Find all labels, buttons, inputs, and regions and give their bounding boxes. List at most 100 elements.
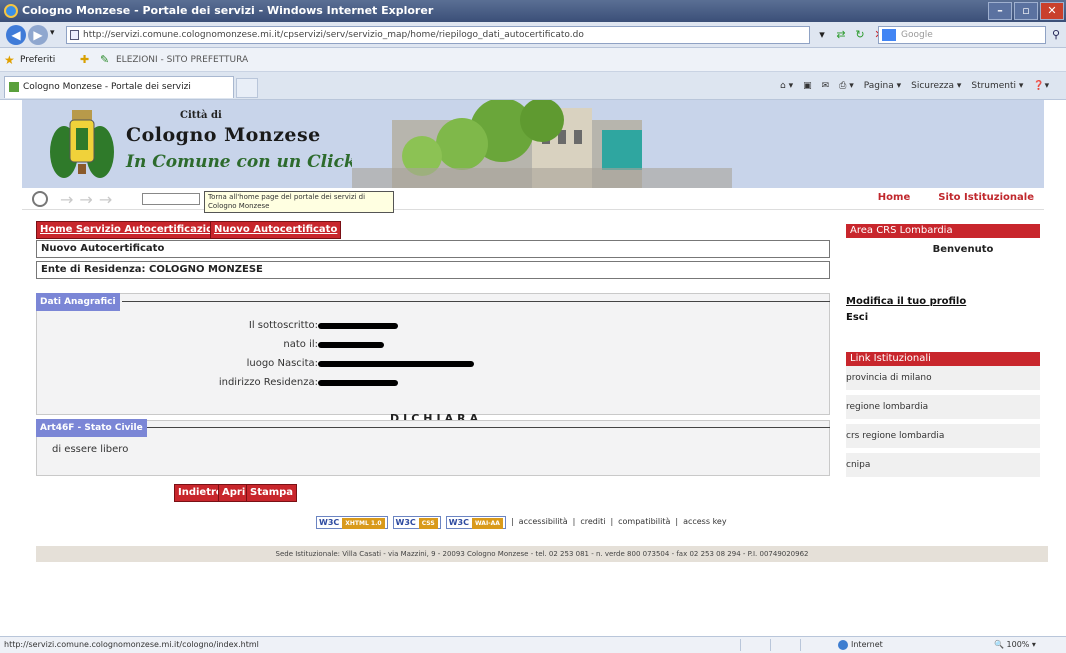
google-icon	[882, 29, 896, 41]
address-text: http://servizi.comune.colognomonzese.mi.…	[83, 30, 584, 40]
site-slogan: In Comune con un Click	[126, 152, 356, 172]
ie-logo-icon	[4, 4, 18, 18]
personal-data-panel	[36, 293, 830, 415]
search-icon[interactable]: ⚲	[1048, 26, 1064, 44]
site-banner: Città di Cologno Monzese In Comune con u…	[22, 100, 1044, 188]
footer-link-accessibility[interactable]: accessibilità	[519, 515, 568, 529]
search-input[interactable]: Google	[878, 26, 1046, 44]
status-bar: http://servizi.comune.colognomonzese.mi.…	[0, 636, 1066, 653]
footer-address: Sede Istituzionale: Villa Casati - via M…	[36, 546, 1048, 562]
print-button[interactable]: Stampa	[246, 484, 298, 502]
edit-profile-link[interactable]: Modifica il tuo profilo	[846, 296, 966, 307]
footer-link-access-key[interactable]: access key	[683, 515, 727, 529]
nav-home-link[interactable]: Home	[878, 192, 910, 203]
tab-home-service[interactable]: Home Servizio Autocertificazione	[36, 221, 231, 239]
footer-link-credits[interactable]: crediti	[580, 515, 605, 529]
residence-bar: Ente di Residenza: COLOGNO MONZESE	[36, 261, 830, 279]
forward-nav-button[interactable]: ▶	[28, 25, 48, 45]
city-crest-icon	[50, 110, 114, 178]
tab-new-autocertificate[interactable]: Nuovo Autocertificato	[210, 221, 342, 239]
minimize-button[interactable]: –	[988, 2, 1012, 20]
redacted-value	[318, 380, 398, 386]
footer-links: W3C XHTML 1.0 W3C CSS W3C WAI-AA | accessib…	[316, 515, 727, 529]
top-nav-strip: →→→ Torna all'home page del portale dei …	[22, 188, 1044, 213]
favorites-button[interactable]: Preferiti	[20, 48, 55, 72]
window-title: Cologno Monzese - Portale dei servizi - …	[22, 4, 434, 17]
command-bar: ⌂ ▾ ▣ ✉ ⎙ ▾ Pagina ▾ Sicurezza ▾ Strumen…	[780, 76, 1049, 96]
welcome-text: Benvenuto	[932, 244, 994, 255]
field-row: nato il:	[36, 337, 830, 353]
link-regione-lombardia[interactable]: regione lombardia	[846, 395, 1040, 419]
home-tooltip: Torna all'home page del portale dei serv…	[204, 191, 394, 213]
civil-status-title: Art46F - Stato Civile	[36, 419, 147, 437]
help-icon[interactable]: ❓▾	[1033, 76, 1049, 96]
favorites-link[interactable]: ELEZIONI - SITO PREFETTURA	[116, 48, 248, 72]
maximize-button[interactable]: ▫	[1014, 2, 1038, 20]
declaration-text: di essere libero	[52, 444, 129, 455]
new-tab-button[interactable]	[236, 78, 258, 98]
city-photo-image	[352, 100, 732, 188]
section-title-bar: Nuovo Autocertificato	[36, 240, 830, 258]
logout-link[interactable]: Esci	[846, 312, 868, 323]
field-row: luogo Nascita:	[36, 356, 830, 372]
field-label-luogo-nascita: luogo Nascita:	[246, 358, 318, 369]
link-icon: ✎	[100, 53, 110, 66]
field-row: Il sottoscritto:	[36, 318, 830, 334]
refresh-icon[interactable]: ↻	[852, 26, 868, 44]
address-input[interactable]: http://servizi.comune.colognomonzese.mi.…	[66, 26, 810, 44]
field-label-indirizzo: indirizzo Residenza:	[218, 377, 318, 388]
field-row: indirizzo Residenza:	[36, 375, 830, 391]
redacted-value	[318, 323, 398, 329]
link-cnipa[interactable]: cnipa	[846, 453, 1040, 477]
tab-label: Cologno Monzese - Portale dei servizi	[23, 82, 191, 92]
page-icon	[70, 30, 79, 40]
magnifier-icon[interactable]	[32, 191, 48, 207]
search-placeholder: Google	[901, 30, 933, 40]
w3c-wai-badge[interactable]: W3C WAI-AA	[445, 515, 506, 529]
civil-status-panel	[36, 420, 830, 476]
status-url: http://servizi.comune.colognomonzese.mi.…	[4, 640, 259, 649]
redacted-value	[318, 342, 384, 348]
city-prefix: Città di	[180, 110, 222, 121]
tab-strip: Cologno Monzese - Portale dei servizi ⌂ …	[0, 72, 1066, 100]
menu-tools[interactable]: Strumenti ▾	[971, 76, 1023, 96]
panel-divider	[146, 427, 830, 428]
nav-site-link[interactable]: Sito Istituzionale	[938, 192, 1034, 203]
back-nav-button[interactable]: ◀	[6, 25, 26, 45]
address-dropdown-icon[interactable]: ▾	[814, 26, 830, 44]
open-button[interactable]: Apri	[218, 484, 250, 502]
institutional-links-title: Link Istituzionali	[846, 352, 1040, 366]
address-toolbar: ◀ ▶ ▾ http://servizi.comune.colognomonze…	[0, 22, 1066, 48]
window-titlebar: Cologno Monzese - Portale dei servizi - …	[0, 0, 1066, 22]
add-favorite-icon[interactable]: ✚	[80, 54, 89, 66]
footer-link-compatibility[interactable]: compatibilità	[618, 515, 670, 529]
home-icon[interactable]: ⌂ ▾	[780, 76, 793, 96]
favorites-bar: ★ Preferiti ✚ ✎ ELEZIONI - SITO PREFETTU…	[0, 48, 1066, 72]
personal-data-title: Dati Anagrafici	[36, 293, 120, 311]
path-input[interactable]	[142, 193, 200, 205]
tab-favicon-icon	[9, 82, 19, 92]
page-content: Città di Cologno Monzese In Comune con u…	[0, 100, 1066, 630]
link-crs-regione-lombardia[interactable]: crs regione lombardia	[846, 424, 1040, 448]
compatibility-icon[interactable]: ⇄	[833, 26, 849, 44]
w3c-xhtml-badge[interactable]: W3C XHTML 1.0	[316, 515, 388, 529]
panel-divider	[122, 301, 830, 302]
zoom-level[interactable]: 🔍 100% ▾	[994, 637, 1036, 653]
print-icon[interactable]: ⎙ ▾	[839, 76, 854, 96]
area-crs-title: Area CRS Lombardia	[846, 224, 1040, 238]
mail-icon[interactable]: ✉	[822, 76, 830, 96]
field-label-nato-il: nato il:	[283, 339, 318, 350]
globe-icon	[838, 639, 848, 650]
w3c-css-badge[interactable]: W3C CSS	[392, 515, 441, 529]
favorites-star-icon[interactable]: ★	[4, 54, 15, 66]
close-window-button[interactable]: ✕	[1040, 2, 1064, 20]
security-zone[interactable]: Internet	[838, 637, 883, 653]
link-provincia-milano[interactable]: provincia di milano	[846, 366, 1040, 390]
menu-security[interactable]: Sicurezza ▾	[911, 76, 961, 96]
feeds-icon[interactable]: ▣	[803, 76, 812, 96]
history-dropdown-icon[interactable]: ▾	[50, 28, 55, 38]
city-name: Cologno Monzese	[126, 124, 321, 146]
breadcrumb-arrows-icon: →→→	[60, 190, 119, 209]
menu-page[interactable]: Pagina ▾	[864, 76, 901, 96]
browser-tab[interactable]: Cologno Monzese - Portale dei servizi	[4, 76, 234, 98]
